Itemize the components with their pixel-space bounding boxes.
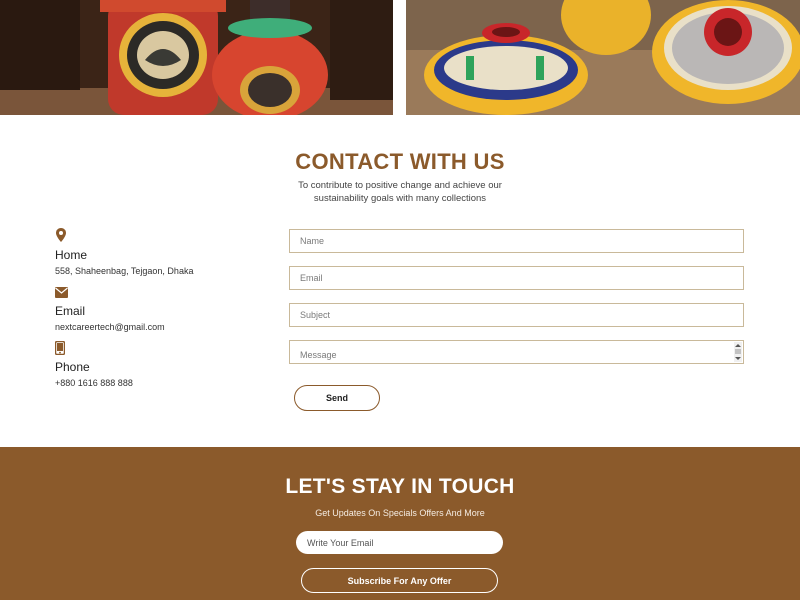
envelope-icon xyxy=(55,285,68,299)
info-value-phone: +880 1616 888 888 xyxy=(55,378,133,388)
info-label-home: Home xyxy=(55,248,88,262)
info-label-email: Email xyxy=(55,304,86,318)
email-input[interactable]: Email xyxy=(289,266,744,290)
name-input[interactable]: Name xyxy=(289,229,744,253)
newsletter-email-placeholder: Write Your Email xyxy=(307,537,374,548)
scroll-up-icon[interactable] xyxy=(735,344,741,347)
hero-images xyxy=(0,0,800,115)
name-placeholder: Name xyxy=(300,236,325,246)
decorated-pots-image xyxy=(406,0,800,115)
info-label-phone: Phone xyxy=(55,360,90,374)
email-placeholder: Email xyxy=(300,273,323,283)
map-pin-icon xyxy=(55,228,67,242)
contact-info: Home 558, Shaheenbag, Tejgaon, Dhaka Ema… xyxy=(54,228,255,398)
newsletter-subtitle: Get Updates On Specials Offers And More xyxy=(315,508,485,518)
contact-subtitle: To contribute to positive change and ach… xyxy=(298,180,502,204)
message-placeholder: Message xyxy=(300,349,337,360)
contact-title: CONTACT WITH US xyxy=(295,149,505,174)
message-textarea[interactable]: Message xyxy=(289,340,744,364)
info-value-email: nextcareertech@gmail.com xyxy=(55,322,165,332)
send-button[interactable]: Send xyxy=(294,385,380,411)
newsletter-title: LET'S STAY IN TOUCH xyxy=(285,475,515,498)
scroll-thumb[interactable] xyxy=(735,349,741,354)
phone-icon xyxy=(54,340,67,356)
scroll-down-icon[interactable] xyxy=(735,357,741,360)
newsletter-email-input[interactable]: Write Your Email xyxy=(296,531,503,554)
subject-placeholder: Subject xyxy=(300,310,331,320)
newsletter-footer: LET'S STAY IN TOUCH Get Updates On Speci… xyxy=(0,447,800,600)
info-value-address: 558, Shaheenbag, Tejgaon, Dhaka xyxy=(55,266,194,276)
subject-input[interactable]: Subject xyxy=(289,303,744,327)
message-scrollbar[interactable] xyxy=(734,342,742,362)
subscribe-button[interactable]: Subscribe For Any Offer xyxy=(301,568,498,593)
decorated-vases-image xyxy=(0,0,393,115)
